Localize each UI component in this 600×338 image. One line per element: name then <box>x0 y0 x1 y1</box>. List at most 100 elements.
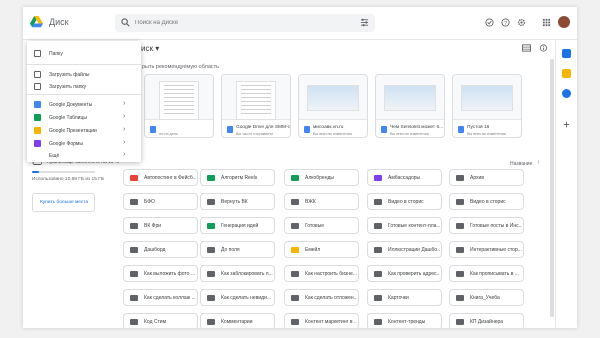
info-icon[interactable] <box>539 44 548 52</box>
menu-item[interactable]: Google Формы › <box>27 138 141 150</box>
add-icon[interactable] <box>562 120 571 129</box>
apps-grid-icon[interactable] <box>542 18 551 27</box>
sheets-icon <box>34 114 41 121</box>
new-menu: Папку Загрузить файлы Загрузить папку Googl… <box>27 41 141 162</box>
folder-item[interactable]: Как выложить фото ... <box>123 265 198 282</box>
folder-name: Книга_Учеба <box>470 295 500 301</box>
chevron-right-icon: › <box>123 139 126 146</box>
folder-item[interactable]: Готовые <box>284 217 359 234</box>
folder-item[interactable]: Автопостинг в Фейсб... <box>123 169 198 186</box>
menu-item-label: Google Таблицы <box>49 115 87 121</box>
menu-item[interactable]: Google Таблицы › <box>27 112 141 124</box>
image-preview <box>461 85 513 111</box>
search-bar[interactable] <box>115 14 375 32</box>
storage-bar-fill <box>32 171 39 173</box>
folder-icon <box>291 175 299 181</box>
folder-name: Емейл <box>305 247 321 253</box>
file-subtitle: Вы внесли изменения <box>390 132 429 136</box>
folder-item[interactable]: ВК Фри <box>123 217 198 234</box>
suggested-label[interactable]: рыть рекомендуемую область <box>142 64 219 70</box>
folder-item[interactable]: КП Дизайнера <box>449 313 524 328</box>
menu-item[interactable]: Загрузить файлы <box>27 69 141 81</box>
folder-icon <box>291 319 299 325</box>
folder-item[interactable]: Видео в сторис <box>449 193 524 210</box>
sort-arrow-icon[interactable]: ↑ <box>537 160 540 166</box>
breadcrumb[interactable]: иск ▾ <box>141 44 159 53</box>
folder-item[interactable]: Книга_Учеба <box>449 289 524 306</box>
folder-name: Контент маркетинг в ... <box>305 319 357 325</box>
folder-item[interactable]: Как заблокировать п... <box>200 265 275 282</box>
folder-item[interactable]: Как настроить бизне... <box>284 265 359 282</box>
menu-item-label: Загрузить файлы <box>49 72 90 78</box>
folder-item[interactable]: Готовые посты в Инс... <box>449 217 524 234</box>
folder-item[interactable]: Интерактивные стор... <box>449 241 524 258</box>
folder-item[interactable]: Комментарии <box>200 313 275 328</box>
sort-label[interactable]: Название <box>510 161 532 167</box>
help-icon[interactable]: ? <box>501 18 510 27</box>
folder-item[interactable]: Контент маркетинг в ... <box>284 313 359 328</box>
folder-item[interactable]: Генерация идей <box>200 217 275 234</box>
drive-logo-icon[interactable] <box>30 16 43 28</box>
keep-icon[interactable] <box>562 69 571 78</box>
menu-item-label: Google Формы <box>49 141 83 147</box>
suggested-file-card[interactable]: ли на день <box>144 74 214 138</box>
folder-name: Амбассадоры <box>388 175 421 181</box>
document-preview <box>159 81 199 120</box>
docs-icon <box>34 101 41 108</box>
folder-item[interactable]: Архив <box>449 169 524 186</box>
folder-name: Код Стим <box>144 319 167 325</box>
scrollbar[interactable] <box>550 59 554 317</box>
folder-item[interactable]: Как проверить адрес... <box>367 265 442 282</box>
buy-storage-button[interactable]: Купить больше места <box>32 193 95 212</box>
folder-name: Генерация идей <box>221 223 259 229</box>
calendar-icon[interactable] <box>562 49 571 58</box>
folder-item[interactable]: Как прописывать в ... <box>449 265 524 282</box>
docs-icon <box>227 126 233 133</box>
chevron-right-icon: › <box>123 100 126 107</box>
settings-icon[interactable] <box>517 18 526 27</box>
folder-item[interactable]: Готовые контент-пла... <box>367 217 442 234</box>
folder-item[interactable]: Как сделать невиди... <box>200 289 275 306</box>
search-input[interactable] <box>135 17 335 29</box>
folder-item[interactable]: Код Стим <box>123 313 198 328</box>
tasks-icon[interactable] <box>562 89 571 98</box>
folder-icon <box>291 295 299 301</box>
folder-item[interactable]: До поля <box>200 241 275 258</box>
avatar[interactable] <box>558 16 570 28</box>
menu-item[interactable]: Папку <box>27 48 141 60</box>
search-options-icon[interactable] <box>360 18 369 27</box>
file-name: Google Drive для SMM-с... <box>236 125 290 130</box>
folder-item[interactable]: Как сделать отложен... <box>284 289 359 306</box>
folder-item[interactable]: Алгоритм Reels <box>200 169 275 186</box>
list-view-icon[interactable] <box>522 44 531 52</box>
suggested-file-card[interactable]: Google Drive для SMM-с... Вы часто открыв… <box>221 74 291 138</box>
folder-name: Как настроить бизне... <box>305 271 357 277</box>
folder-item[interactable]: Дашборд <box>123 241 198 258</box>
folder-item[interactable]: Емейл <box>284 241 359 258</box>
docs-icon <box>458 126 464 133</box>
folder-item[interactable]: Иллюстрации Дашбо... <box>367 241 442 258</box>
folder-item[interactable]: ВЖК <box>284 193 359 210</box>
folder-item[interactable]: Видео в сторис <box>367 193 442 210</box>
folder-item[interactable]: Как сделать коллаж ... <box>123 289 198 306</box>
file-thumbnail <box>145 75 213 120</box>
folder-item[interactable]: Карточки <box>367 289 442 306</box>
suggested-file-card[interactable]: Чем Sensolist может б... Вы внесли измене… <box>375 74 445 138</box>
menu-item[interactable]: Google Презентации › <box>27 125 141 137</box>
folder-item[interactable]: Контент-тренды <box>367 313 442 328</box>
folder-icon <box>291 223 299 229</box>
menu-item[interactable]: Google Документы › <box>27 99 141 111</box>
file-subtitle: Вы внесли изменения <box>467 132 506 136</box>
folder-icon <box>374 223 382 229</box>
search-icon[interactable] <box>121 18 130 27</box>
folder-item[interactable]: Амбассадоры <box>367 169 442 186</box>
suggested-file-card[interactable]: мисоавк.vn.ru Вы внесли изменения <box>298 74 368 138</box>
app-title[interactable]: Диск <box>49 17 69 27</box>
folder-item[interactable]: БФО <box>123 193 198 210</box>
folder-item[interactable]: Алкобренды <box>284 169 359 186</box>
offline-icon[interactable] <box>485 18 494 27</box>
menu-item[interactable]: Загрузить папку <box>27 81 141 93</box>
suggested-file-card[interactable]: Пустой 16 Вы внесли изменения <box>452 74 522 138</box>
folder-item[interactable]: Вернуть ВК <box>200 193 275 210</box>
menu-item[interactable]: Ещё › <box>27 150 141 162</box>
